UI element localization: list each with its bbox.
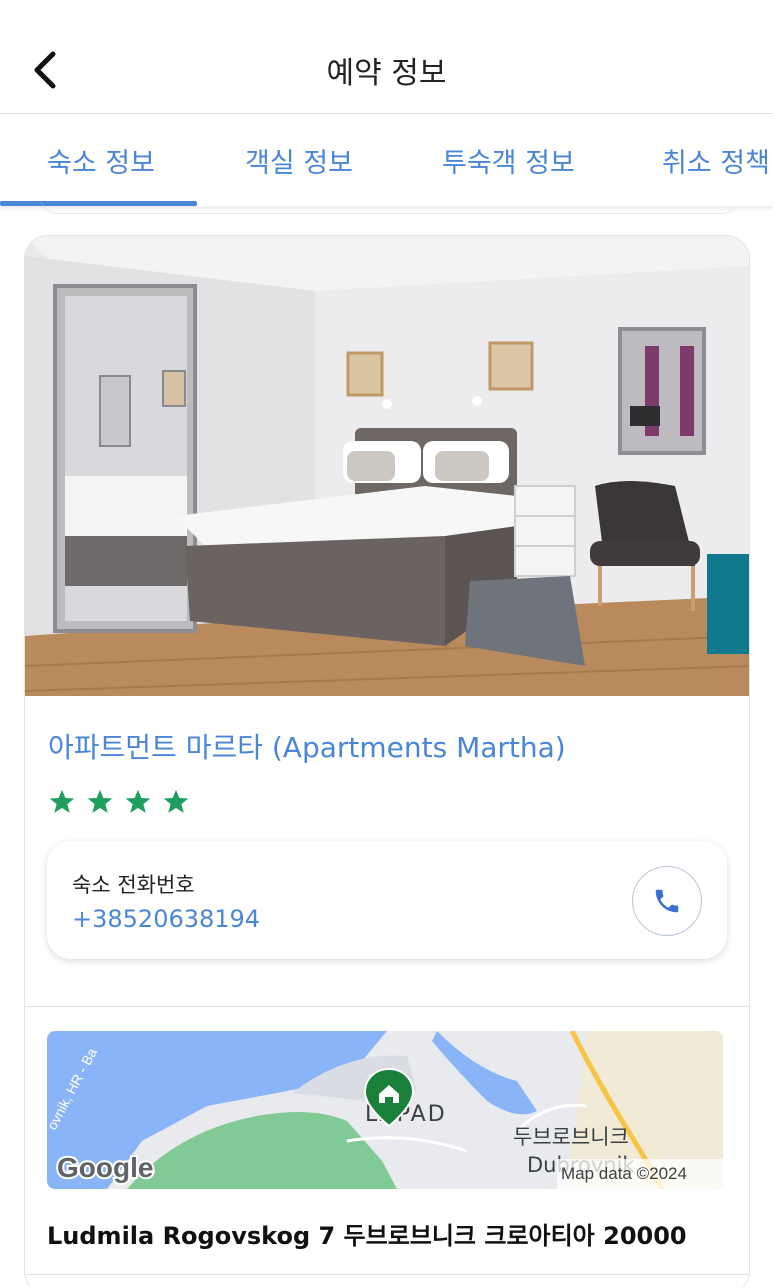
- phone-number[interactable]: +38520638194: [72, 905, 260, 933]
- location-map[interactable]: ovnik, HR - Ba LAPAD 두브로브니크 Dubrovnik Go…: [47, 1031, 723, 1189]
- star-icon: [87, 789, 113, 813]
- call-button[interactable]: [632, 866, 702, 936]
- star-icon: [125, 789, 151, 813]
- star-rating: [48, 788, 190, 818]
- page-title: 예약 정보: [326, 56, 447, 91]
- star-icon: [49, 789, 75, 813]
- phone-label: 숙소 전화번호: [72, 873, 195, 897]
- header: 예약 정보: [0, 0, 773, 114]
- section-divider: [25, 1006, 749, 1007]
- hotel-room-photo[interactable]: [25, 236, 750, 696]
- tab-room-info[interactable]: 객실 정보: [245, 141, 353, 180]
- tab-bar: 숙소 정보 객실 정보 투숙객 정보 취소 정책: [0, 114, 773, 206]
- phone-icon: [655, 889, 679, 913]
- map-attribution: Map data ©2024: [561, 1164, 687, 1183]
- phone-contact-box: 숙소 전화번호 +38520638194: [47, 841, 727, 959]
- tab-guest-info[interactable]: 투숙객 정보: [442, 141, 575, 180]
- star-icon: [163, 789, 189, 813]
- previous-card-edge: [40, 196, 740, 214]
- google-logo: Google: [57, 1152, 153, 1183]
- section-divider: [25, 1274, 749, 1275]
- map-city-label-ko: 두브로브니크: [513, 1125, 629, 1149]
- tab-cancellation-policy[interactable]: 취소 정책: [662, 141, 770, 180]
- tab-property-info[interactable]: 숙소 정보: [47, 141, 155, 180]
- hotel-address: Ludmila Rogovskog 7 두브로브니크 크로아티아 20000: [47, 1222, 687, 1250]
- hotel-name[interactable]: 아파트먼트 마르타 (Apartments Martha): [48, 726, 566, 766]
- hotel-card: 아파트먼트 마르타 (Apartments Martha) 숙소 전화번호 +3…: [24, 235, 750, 1287]
